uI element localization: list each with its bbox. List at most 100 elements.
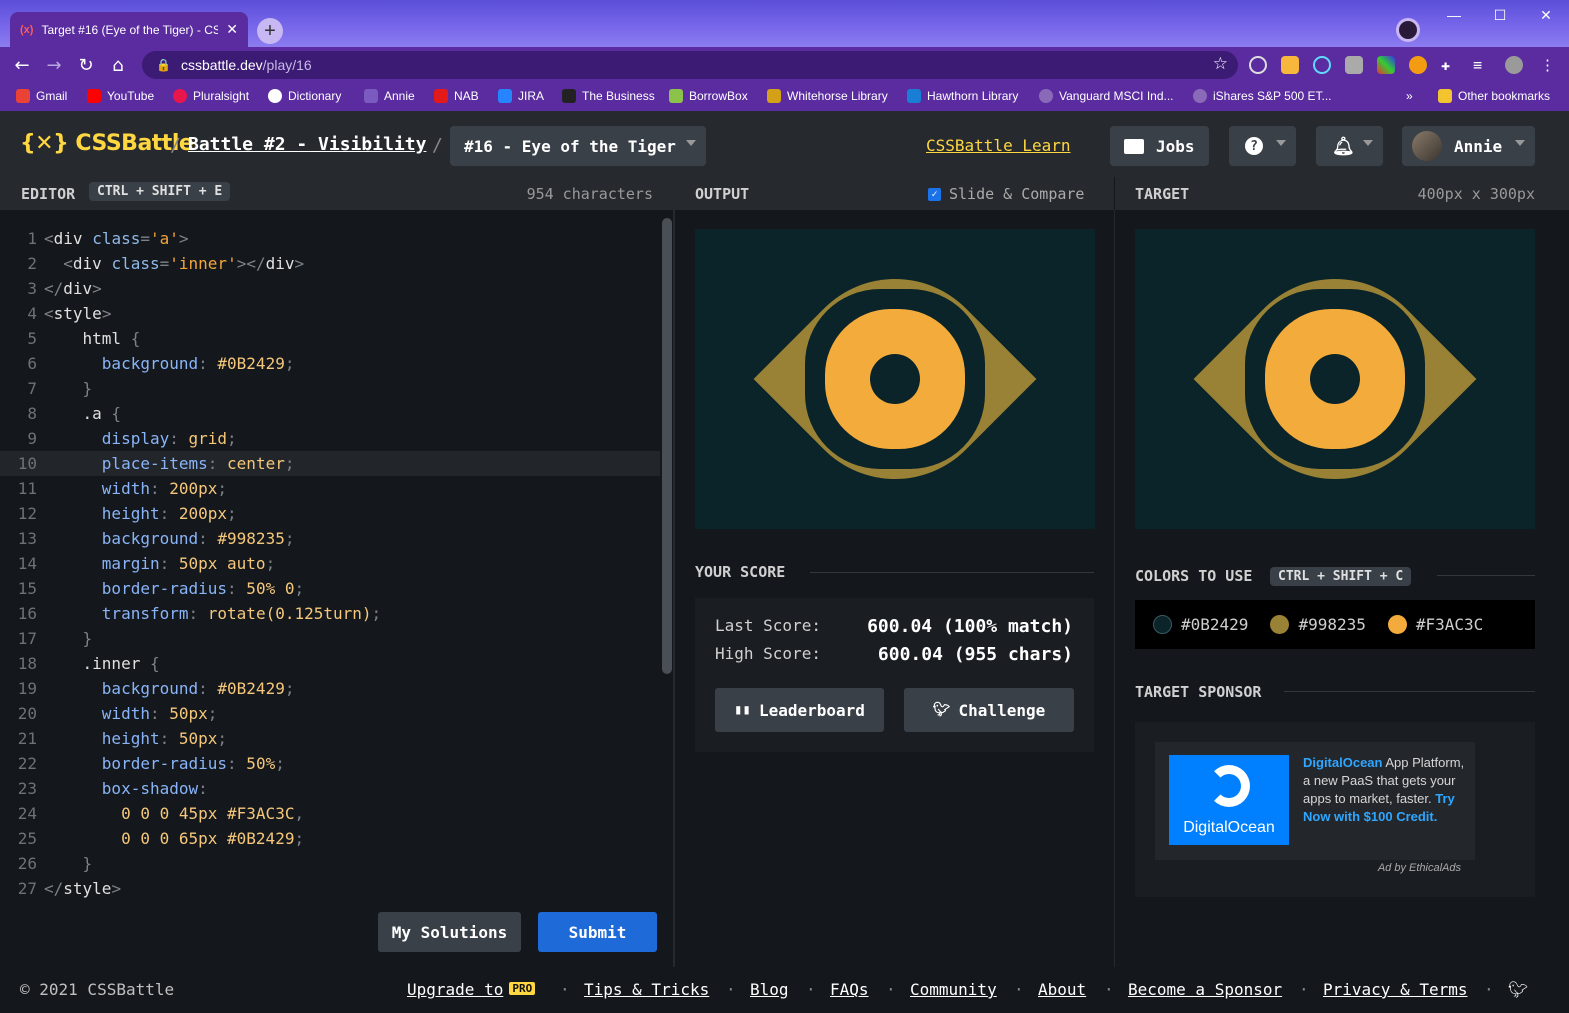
code-text[interactable]: background: #0B2429; <box>44 676 295 701</box>
color-swatch[interactable]: #F3AC3C <box>1387 615 1483 634</box>
cssbattle-logo[interactable]: {✕} CSSBattle <box>20 131 194 156</box>
code-text[interactable]: </style> <box>44 876 121 901</box>
code-text[interactable]: border-radius: 50%; <box>44 751 285 776</box>
ad-by-label[interactable]: Ad by EthicalAds <box>1378 862 1461 874</box>
bookmark-star-icon[interactable]: ☆ <box>1213 54 1228 74</box>
code-line[interactable]: 13 background: #998235; <box>0 526 660 551</box>
twitter-icon[interactable]: 🐦︎ <box>1508 980 1528 999</box>
profile-icon[interactable] <box>1505 56 1523 74</box>
code-line[interactable]: 17 } <box>0 626 660 651</box>
code-line[interactable]: 4 <style> <box>0 301 660 326</box>
bookmark-other[interactable]: Other bookmarks <box>1438 89 1550 103</box>
code-line[interactable]: 21 height: 50px; <box>0 726 660 751</box>
code-text[interactable]: 0 0 0 45px #F3AC3C, <box>44 801 304 826</box>
challenge-button[interactable]: 🐦︎ Challenge <box>904 688 1074 732</box>
code-line[interactable]: 1 <div class='a'> <box>0 226 660 251</box>
reload-icon[interactable]: ↻ <box>74 53 98 77</box>
code-line[interactable]: 22 border-radius: 50%; <box>0 751 660 776</box>
code-line[interactable]: 20 width: 50px; <box>0 701 660 726</box>
output-canvas[interactable] <box>695 229 1095 529</box>
target-select[interactable]: #16 - Eye of the Tiger <box>450 126 706 166</box>
footer-link-faqs[interactable]: FAQs <box>830 980 869 999</box>
code-line[interactable]: 9 display: grid; <box>0 426 660 451</box>
extension-chart-icon[interactable] <box>1345 56 1363 74</box>
code-line[interactable]: 5 html { <box>0 326 660 351</box>
code-line[interactable]: 16 transform: rotate(0.125turn); <box>0 601 660 626</box>
extension-color-icon[interactable] <box>1377 56 1395 74</box>
footer-link-blog[interactable]: Blog <box>750 980 789 999</box>
forward-icon[interactable]: → <box>42 53 66 77</box>
bookmark-gmail[interactable]: Gmail <box>16 89 67 103</box>
slide-compare-toggle[interactable]: ✓ Slide & Compare <box>928 185 1084 203</box>
code-line[interactable]: 10 place-items: center; <box>0 451 660 476</box>
code-text[interactable]: html { <box>44 326 141 351</box>
notifications-button[interactable]: 🔔︎ <box>1316 126 1383 166</box>
extension-notes-icon[interactable] <box>1281 56 1299 74</box>
close-tab-icon[interactable]: ✕ <box>226 21 238 38</box>
profile-avatar-icon[interactable] <box>1396 18 1420 42</box>
bookmark-borrowbox[interactable]: BorrowBox <box>669 89 748 103</box>
code-text[interactable]: <div class='inner'></div> <box>44 251 304 276</box>
code-editor[interactable]: 1 <div class='a'> 2 <div class='inner'></d… <box>0 210 673 967</box>
code-line[interactable]: 3 </div> <box>0 276 660 301</box>
code-text[interactable]: .inner { <box>44 651 160 676</box>
bookmark-pluralsight[interactable]: Pluralsight <box>173 89 249 103</box>
bookmark-whitehorse-library[interactable]: Whitehorse Library <box>767 89 888 103</box>
code-text[interactable]: width: 200px; <box>44 476 227 501</box>
code-line[interactable]: 6 background: #0B2429; <box>0 351 660 376</box>
footer-link-tips[interactable]: Tips & Tricks <box>584 980 709 999</box>
code-line[interactable]: 15 border-radius: 50% 0; <box>0 576 660 601</box>
footer-link-about[interactable]: About <box>1038 980 1086 999</box>
maximize-icon[interactable]: ☐ <box>1477 0 1523 30</box>
code-text[interactable]: display: grid; <box>44 426 237 451</box>
code-text[interactable]: .a { <box>44 401 122 426</box>
upgrade-link[interactable]: Upgrade to PRO <box>407 980 536 999</box>
my-solutions-button[interactable]: My Solutions <box>378 912 521 952</box>
bookmark-dictionary[interactable]: Dictionary <box>268 89 341 103</box>
code-text[interactable]: box-shadow: <box>44 776 208 801</box>
bookmark-the-business[interactable]: The Business <box>562 89 655 103</box>
extension-target-icon[interactable] <box>1249 56 1267 74</box>
browser-tab-active[interactable]: (x) Target #16 (Eye of the Tiger) - CSS … <box>10 12 248 47</box>
bookmark-youtube[interactable]: YouTube <box>87 89 154 103</box>
reading-list-icon[interactable]: ≡ <box>1473 56 1491 74</box>
more-bookmarks-chevron-icon[interactable]: » <box>1406 89 1413 103</box>
bookmark-ishares[interactable]: iShares S&P 500 ET... <box>1193 89 1332 103</box>
code-line[interactable]: 25 0 0 0 65px #0B2429; <box>0 826 660 851</box>
code-text[interactable]: <style> <box>44 301 111 326</box>
extension-gear-icon[interactable] <box>1409 56 1427 74</box>
color-swatch[interactable]: #998235 <box>1270 615 1366 634</box>
code-line[interactable]: 23 box-shadow: <box>0 776 660 801</box>
close-window-icon[interactable]: ✕ <box>1523 0 1569 30</box>
code-text[interactable]: <div class='a'> <box>44 226 189 251</box>
checkbox-checked-icon[interactable]: ✓ <box>928 187 941 201</box>
jobs-button[interactable]: Jobs <box>1110 126 1209 166</box>
code-line[interactable]: 19 background: #0B2429; <box>0 676 660 701</box>
code-text[interactable]: background: #0B2429; <box>44 351 295 376</box>
back-icon[interactable]: ← <box>10 53 34 77</box>
code-text[interactable]: } <box>44 626 93 651</box>
digitalocean-logo[interactable]: DigitalOcean <box>1169 755 1289 845</box>
submit-button[interactable]: Submit <box>538 912 657 952</box>
panel-divider[interactable] <box>673 177 675 967</box>
code-line[interactable]: 11 width: 200px; <box>0 476 660 501</box>
code-line[interactable]: 14 margin: 50px auto; <box>0 551 660 576</box>
learn-link[interactable]: CSSBattle Learn <box>926 136 1071 155</box>
code-line[interactable]: 24 0 0 0 45px #F3AC3C, <box>0 801 660 826</box>
code-text[interactable]: margin: 50px auto; <box>44 551 275 576</box>
code-text[interactable]: height: 50px; <box>44 726 227 751</box>
bookmark-annie[interactable]: Annie <box>364 89 415 103</box>
react-devtools-icon[interactable] <box>1313 56 1331 74</box>
code-text[interactable]: place-items: center; <box>44 451 295 476</box>
leaderboard-button[interactable]: ▮▮ Leaderboard <box>715 688 884 732</box>
user-menu-button[interactable]: Annie <box>1402 126 1535 166</box>
ad-copy[interactable]: DigitalOcean App Platform, a new PaaS th… <box>1303 754 1468 826</box>
bookmark-jira[interactable]: JIRA <box>498 89 544 103</box>
address-bar[interactable]: 🔒 cssbattle.dev/play/16 ☆ <box>142 51 1238 79</box>
home-icon[interactable]: ⌂ <box>106 53 130 77</box>
code-text[interactable]: 0 0 0 65px #0B2429; <box>44 826 304 851</box>
code-text[interactable]: background: #998235; <box>44 526 295 551</box>
help-button[interactable]: ? <box>1229 126 1296 166</box>
minimize-icon[interactable]: — <box>1431 0 1477 30</box>
sponsor-ad[interactable]: DigitalOcean DigitalOcean App Platform, … <box>1155 742 1475 860</box>
